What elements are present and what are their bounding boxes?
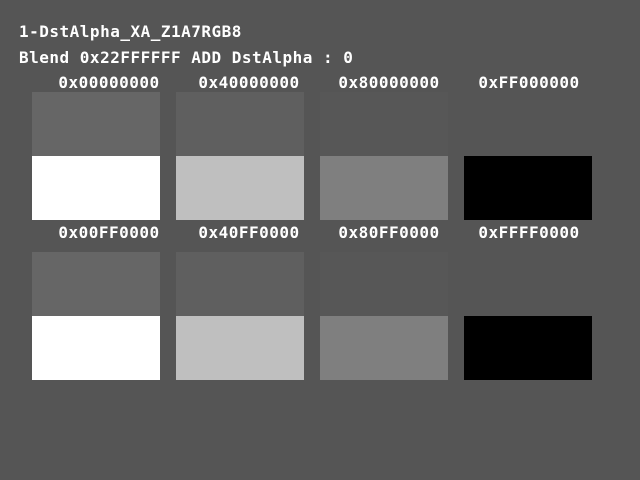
cell-label: 0x00000000: [58, 73, 160, 92]
top-swatch: [32, 92, 160, 156]
top-swatch: [320, 92, 448, 156]
cell-label: 0xFFFF0000: [478, 223, 580, 242]
bottom-swatch: [464, 156, 592, 220]
cell-label: 0x40FF0000: [198, 223, 300, 242]
bottom-swatch: [32, 156, 160, 220]
cell-label: 0x00FF0000: [58, 223, 160, 242]
bottom-swatch: [464, 316, 592, 380]
top-swatch: [464, 92, 592, 156]
bottom-swatch: [32, 316, 160, 380]
bottom-swatch: [176, 316, 304, 380]
screen-title: 1-DstAlpha_XA_Z1A7RGB8: [19, 22, 242, 41]
cell-label: 0x40000000: [198, 73, 300, 92]
top-swatch: [176, 92, 304, 156]
blend-info: Blend 0x22FFFFFF ADD DstAlpha : 0: [19, 48, 354, 67]
bottom-swatch: [320, 316, 448, 380]
cell-label: 0xFF000000: [478, 73, 580, 92]
top-swatch: [32, 252, 160, 316]
top-swatch: [176, 252, 304, 316]
cell-label: 0x80000000: [338, 73, 440, 92]
test-screen: 1-DstAlpha_XA_Z1A7RGB8 Blend 0x22FFFFFF …: [0, 0, 640, 480]
cell-label: 0x80FF0000: [338, 223, 440, 242]
bottom-swatch: [176, 156, 304, 220]
bottom-swatch: [320, 156, 448, 220]
top-swatch: [464, 252, 592, 316]
top-swatch: [320, 252, 448, 316]
